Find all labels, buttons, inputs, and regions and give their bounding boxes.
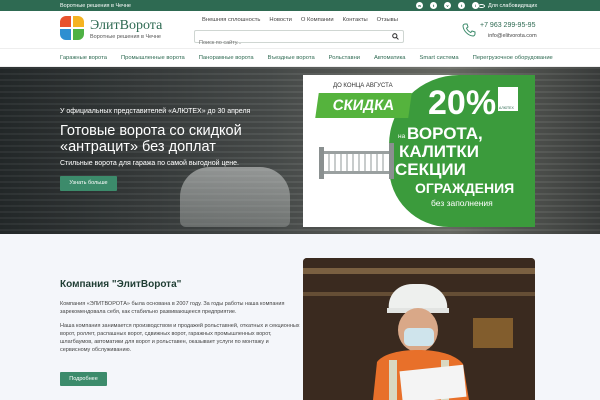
nav-item-automation[interactable]: Автоматика bbox=[374, 55, 406, 61]
learn-more-button[interactable]: Узнать больше bbox=[60, 176, 117, 191]
hero-title: Готовые ворота со скидкой «антрацит» без… bbox=[60, 123, 242, 155]
search-icon[interactable] bbox=[392, 33, 399, 40]
nav-item-entrance[interactable]: Въездные ворота bbox=[268, 55, 315, 61]
main-nav: Гаражные ворота Промышленные ворота Пано… bbox=[0, 48, 600, 67]
promo-percent: 20% bbox=[428, 84, 497, 122]
promo-until: ДО КОНЦА АВГУСТА bbox=[333, 83, 393, 89]
phone-number[interactable]: +7 963 299-95-95 bbox=[480, 22, 535, 29]
hero-background-car bbox=[180, 167, 290, 227]
telegram-icon[interactable]: t bbox=[430, 2, 437, 9]
about-paragraph-1: Компания «ЭЛИТВОРОТА» была основана в 20… bbox=[60, 301, 285, 315]
worker-image bbox=[303, 258, 535, 400]
promo-banner[interactable]: ДО КОНЦА АВГУСТА СКИДКА 20% АЛЮТЕХ на ВО… bbox=[303, 75, 535, 227]
search-box bbox=[194, 30, 404, 49]
nav-item-panoramic[interactable]: Панорамные ворота bbox=[199, 55, 254, 61]
accessibility-link[interactable]: Для слабовидящих bbox=[478, 3, 537, 9]
telegram-icon[interactable]: t bbox=[458, 2, 465, 9]
about-title: Компания "ЭлитВорота" bbox=[60, 279, 182, 290]
nav-item-loading[interactable]: Перегрузочное оборудование bbox=[473, 55, 553, 61]
nav-item-shutters[interactable]: Рольставни bbox=[329, 55, 360, 61]
nav-item-garage[interactable]: Гаражные ворота bbox=[60, 55, 107, 61]
hero-subtitle: Стильные ворота для гаража по самой выго… bbox=[60, 160, 239, 167]
email-link[interactable]: info@elitvorota.com bbox=[488, 33, 537, 39]
top-nav-link[interactable]: Внешняя сплошность bbox=[202, 17, 260, 23]
promo-line-2: КАЛИТКИ bbox=[399, 142, 479, 161]
top-tagline: Воротные решения в Чечне bbox=[60, 2, 131, 9]
about-paragraph-2: Наша компания занимается производством и… bbox=[60, 323, 300, 353]
vk-icon[interactable]: v bbox=[444, 2, 451, 9]
top-nav-link[interactable]: О Компании bbox=[301, 17, 334, 23]
top-nav-link[interactable]: Отзывы bbox=[377, 17, 398, 23]
top-nav-link[interactable]: Контакты bbox=[343, 17, 368, 23]
social-links: w t v t i bbox=[416, 2, 479, 9]
promo-line-4: ОГРАЖДЕНИЯ bbox=[415, 180, 515, 196]
promo-line-3: СЕКЦИИ bbox=[395, 160, 466, 179]
worker-photo bbox=[303, 258, 535, 400]
logo-mark-icon bbox=[60, 16, 86, 42]
nav-item-industrial[interactable]: Промышленные ворота bbox=[121, 55, 185, 61]
promo-brand-logo: АЛЮТЕХ bbox=[498, 87, 518, 111]
header: ЭлитВорота Воротные решения в Чечне Внеш… bbox=[0, 11, 600, 49]
hero-pretitle: У официальных представителей «АЛЮТЕХ» до… bbox=[60, 108, 251, 115]
search-input[interactable] bbox=[195, 37, 385, 49]
promo-on: на bbox=[398, 133, 406, 140]
phone-icon bbox=[462, 23, 476, 37]
promo-brand: АЛЮТЕХ bbox=[499, 106, 514, 110]
promo-discount-word: СКИДКА bbox=[315, 93, 412, 118]
hero-banner: У официальных представителей «АЛЮТЕХ» до… bbox=[0, 67, 600, 234]
promo-line-1: ВОРОТА, bbox=[407, 124, 483, 143]
top-bar: Воротные решения в Чечне w t v t i Для с… bbox=[0, 0, 600, 11]
logo-slogan: Воротные решения в Чечне bbox=[90, 34, 161, 40]
logo[interactable]: ЭлитВорота Воротные решения в Чечне bbox=[60, 16, 162, 42]
top-nav-link[interactable]: Новости bbox=[269, 17, 291, 23]
promo-line-5: без заполнения bbox=[431, 198, 493, 208]
whatsapp-icon[interactable]: w bbox=[416, 2, 423, 9]
accessibility-label: Для слабовидящих bbox=[488, 2, 538, 9]
more-button[interactable]: Подробнее bbox=[60, 372, 107, 386]
gate-illustration-icon bbox=[319, 143, 394, 179]
top-nav: Внешняя сплошность Новости О Компании Ко… bbox=[202, 17, 407, 23]
nav-item-smart[interactable]: Smart система bbox=[420, 55, 459, 61]
eye-icon bbox=[478, 3, 485, 8]
logo-name: ЭлитВорота bbox=[90, 18, 163, 33]
